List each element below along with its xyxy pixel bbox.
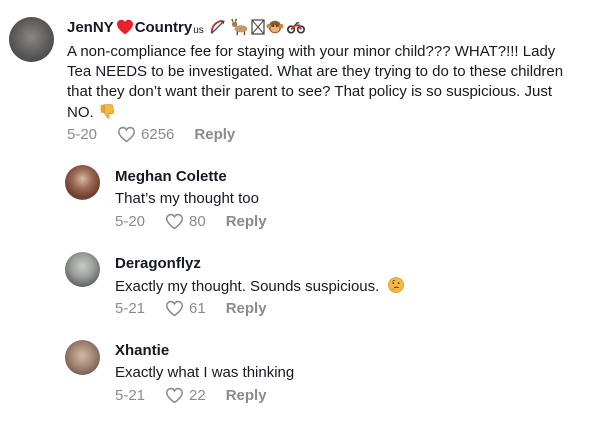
avatar[interactable] [9,17,54,62]
motorcycle-icon [286,20,305,34]
like-count: 22 [189,387,206,404]
username[interactable]: JenNY Country us [67,18,305,36]
reply-button[interactable]: Reply [226,213,267,230]
like-count: 61 [189,300,206,317]
like-count: 6256 [141,126,175,143]
comment-text: Exactly my thought. Sounds suspicious. [115,276,575,300]
avatar[interactable] [65,252,100,287]
reply-button[interactable]: Reply [194,126,235,143]
thumbs-down-icon [98,102,116,126]
like-heart-icon [166,387,184,404]
comment-date: 5-21 [115,387,146,404]
like-heart-icon [166,300,184,317]
username[interactable]: Meghan Colette [115,168,227,185]
thinking-face-icon [387,276,405,300]
comment-text: A non-compliance fee for staying with yo… [67,42,582,126]
comment-body: Exactly my thought. Sounds suspicious. [115,278,380,295]
like-count: 80 [189,213,206,230]
heart-icon [116,19,134,35]
comment-date: 5-20 [67,126,98,143]
box-icon [251,19,265,35]
like-button[interactable]: 22 [165,387,206,404]
comment-body: A non-compliance fee for staying with yo… [67,43,564,121]
like-button[interactable]: 61 [165,300,206,317]
comment-date: 5-21 [115,300,146,317]
comment-date: 5-20 [115,213,146,230]
username-suffix: Country [134,18,193,36]
bow-arrow-icon [209,18,227,36]
like-button[interactable]: 6256 [117,126,174,143]
like-button[interactable]: 80 [165,213,206,230]
username[interactable]: Deragonflyz [115,255,201,272]
username[interactable]: Xhantie [115,342,169,359]
comment-meta: 5-21 22 Reply [115,387,267,404]
comment-meta: 5-20 6256 Reply [67,126,235,143]
comment-text: Exactly what I was thinking [115,364,295,381]
avatar[interactable] [65,165,100,200]
reply-button[interactable]: Reply [226,387,267,404]
like-heart-icon [118,126,136,143]
username-text: JenNY [67,18,114,36]
like-heart-icon [166,213,184,230]
flag-us: us [193,24,204,36]
goat-icon [230,18,250,36]
reply-button[interactable]: Reply [226,300,267,317]
avatar[interactable] [65,340,100,375]
comment-meta: 5-20 80 Reply [115,213,267,230]
monkey-icon [266,18,284,36]
comment-meta: 5-21 61 Reply [115,300,267,317]
comment-text: That’s my thought too [115,190,259,207]
